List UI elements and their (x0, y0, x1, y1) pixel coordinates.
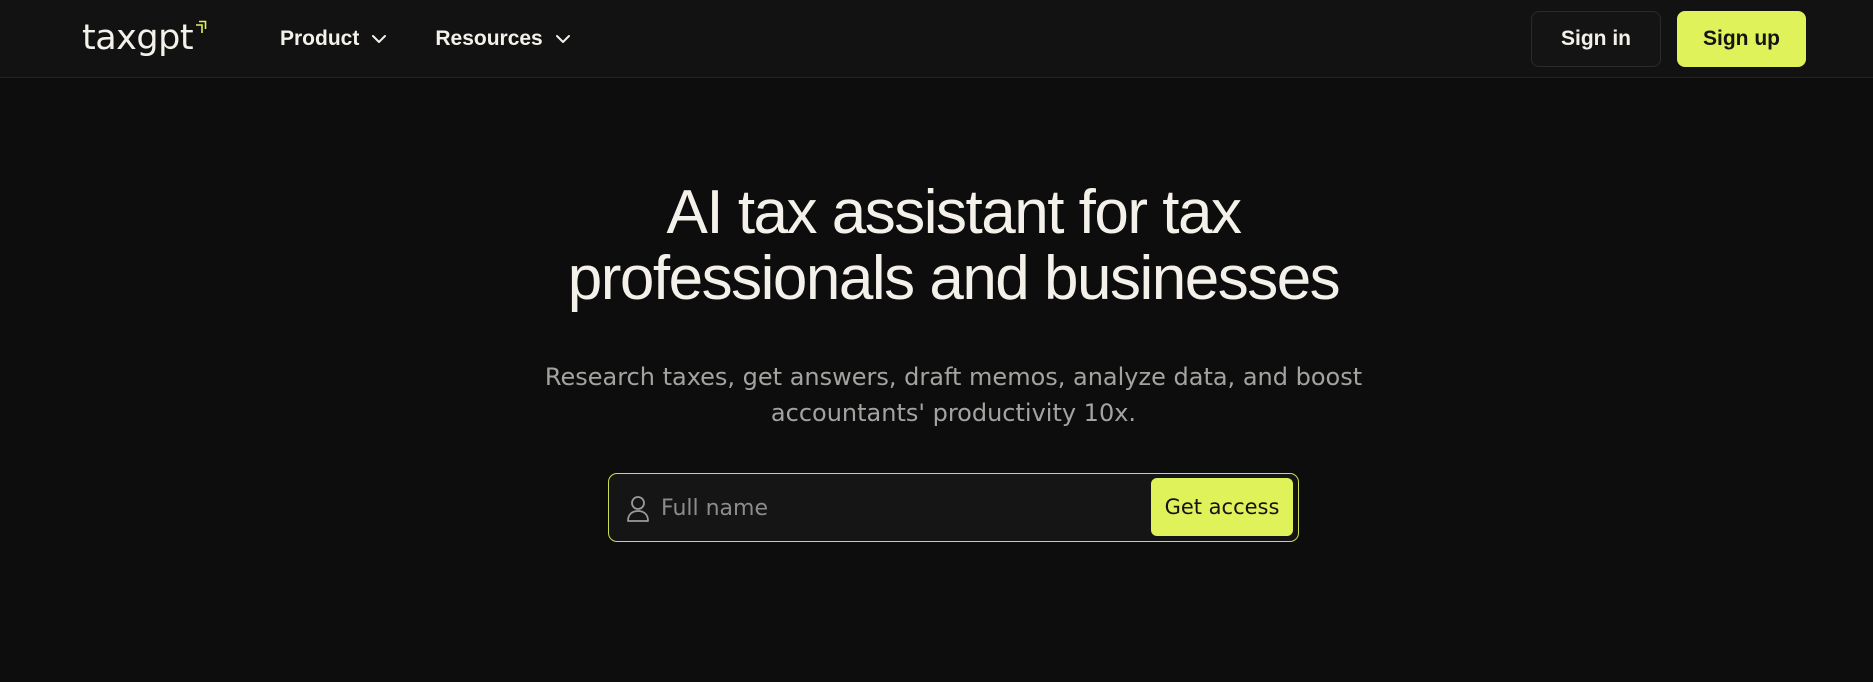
hero-title-line-2: professionals and businesses (567, 244, 1341, 313)
hero-subtitle: Research taxes, get answers, draft memos… (0, 359, 1873, 431)
nav-item-resources[interactable]: Resources (435, 27, 570, 51)
hero-title-line-1: AI tax assistant for tax (666, 178, 1242, 247)
hero-subtitle-line-2: accountants' productivity 10x. (770, 399, 1137, 427)
taxgpt-logo[interactable]: taxgpt (82, 16, 207, 60)
get-access-form: Get access (608, 473, 1299, 542)
sign-in-button[interactable]: Sign in (1531, 11, 1661, 67)
main-nav: Product Resources (280, 0, 571, 78)
full-name-input[interactable] (661, 486, 1141, 530)
chevron-down-icon (372, 35, 387, 43)
nav-item-product[interactable]: Product (280, 27, 387, 51)
hero-subtitle-line-1: Research taxes, get answers, draft memos… (544, 363, 1363, 391)
user-icon (627, 496, 649, 522)
get-access-button[interactable]: Get access (1151, 478, 1293, 536)
logo-corner-mark-icon (196, 20, 207, 33)
sign-up-button[interactable]: Sign up (1677, 11, 1806, 67)
logo-wordmark: taxgpt (82, 18, 194, 58)
chevron-down-icon (555, 35, 570, 43)
hero-title: AI tax assistant for tax professionals a… (0, 180, 1873, 312)
top-navigation-bar: taxgpt Product Resources Sign in Sign up (0, 0, 1873, 78)
nav-item-label: Resources (435, 27, 543, 50)
nav-item-label: Product (280, 27, 360, 50)
